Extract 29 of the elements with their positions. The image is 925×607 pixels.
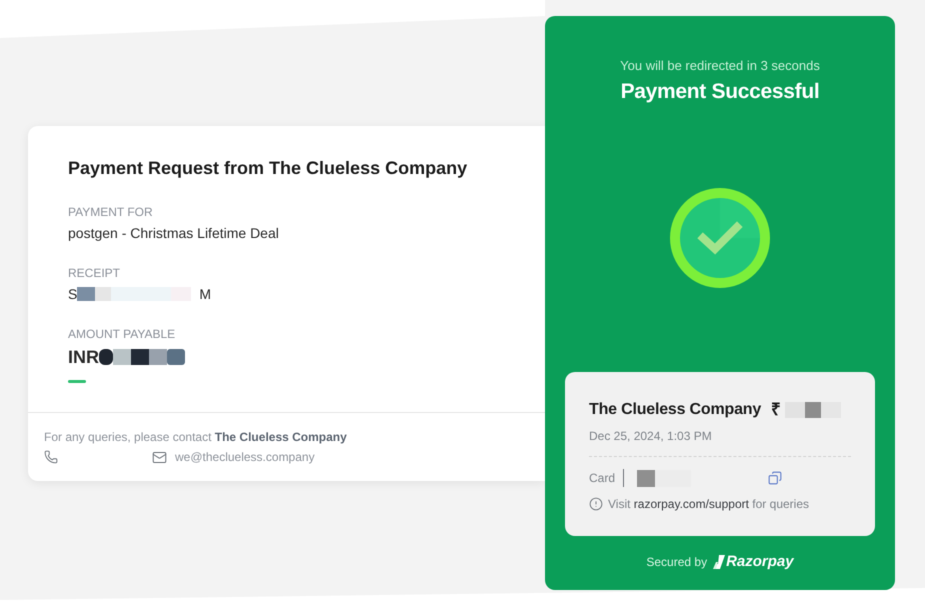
redacted-block <box>637 470 692 486</box>
mail-icon <box>152 450 167 464</box>
contact-note: For any queries, please contact The Clueless Company <box>44 429 347 445</box>
receipt-suffix: M <box>199 285 212 303</box>
field-label: AMOUNT PAYABLE <box>68 327 176 341</box>
copy-icon[interactable] <box>768 471 782 485</box>
accent-underline <box>68 380 86 383</box>
redirect-notice: You will be redirected in 3 seconds <box>620 58 820 74</box>
info-icon <box>589 497 603 511</box>
phone-icon <box>44 450 58 464</box>
amount-currency: INR <box>68 346 99 368</box>
field-label: PAYMENT FOR <box>68 205 153 219</box>
method-label: Card <box>589 470 616 487</box>
field-label: RECEIPT <box>68 266 120 280</box>
secured-by-text: Secured by <box>646 554 708 571</box>
payment-date: Dec 25, 2024, 1:03 PM <box>589 428 712 444</box>
separator-bar <box>623 469 624 487</box>
success-check-icon <box>670 188 770 288</box>
contact-email: we@theclueless.company <box>175 449 315 465</box>
receipt-prefix: S <box>68 285 78 303</box>
razorpay-logo-icon <box>713 555 726 569</box>
request-title: Payment Request from The Clueless Company <box>68 157 468 179</box>
brand-name: Razorpay <box>726 553 794 571</box>
field-value: postgen - Christmas Lifetime Deal <box>68 224 279 242</box>
support-note: Visit razorpay.com/support for queries <box>608 496 809 512</box>
merchant-name: The Clueless Company <box>589 400 762 420</box>
redacted-block <box>785 402 842 418</box>
success-title: Payment Successful <box>620 79 820 105</box>
currency-symbol: ₹ <box>771 400 782 420</box>
